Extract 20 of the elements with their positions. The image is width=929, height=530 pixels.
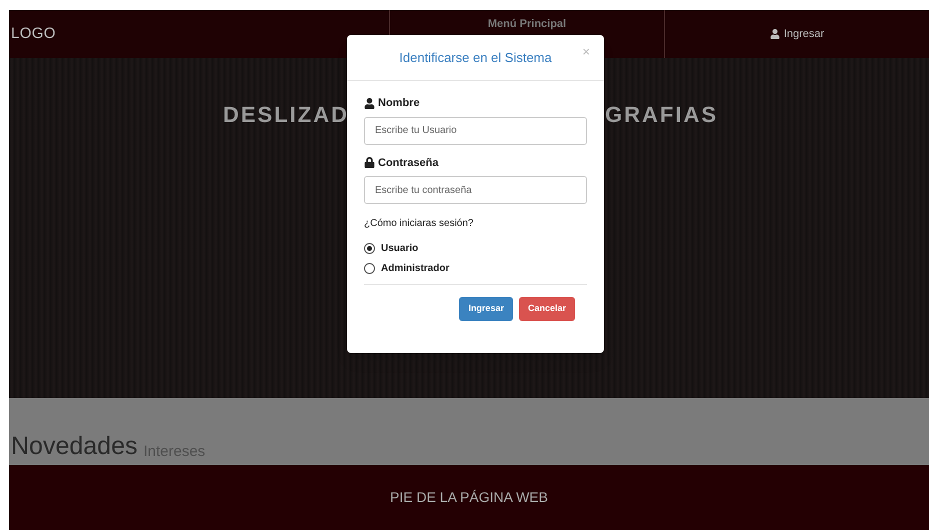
news-title: Novedades: [11, 434, 138, 459]
cancel-button[interactable]: Cancelar: [518, 297, 575, 321]
submit-button[interactable]: Ingresar: [459, 297, 513, 321]
logo[interactable]: LOGO: [11, 22, 56, 46]
lock-icon: [364, 157, 375, 168]
user-icon: [364, 98, 375, 109]
slider-title: DESLIZAD: [223, 101, 349, 129]
login-link[interactable]: Ingresar: [770, 26, 824, 42]
input-field[interactable]: Escribe tu contraseña: [364, 176, 587, 204]
slider-title: GRAFIAS: [605, 101, 718, 129]
input-field[interactable]: Escribe tu Usuario: [364, 116, 587, 144]
radio-option[interactable]: Administrador: [364, 261, 450, 276]
field-label: Nombre: [378, 96, 420, 111]
radio-option[interactable]: Usuario: [364, 241, 418, 256]
menu-link[interactable]: Menú Principal: [488, 16, 566, 32]
user-icon: [770, 29, 780, 39]
field-label: Contraseña: [378, 156, 439, 170]
question-text: ¿Cómo iniciaras sesión?: [364, 217, 474, 231]
footer-text: PIE DE LA PÁGINA WEB: [390, 488, 548, 507]
dialog-title: Identificarse en el Sistema: [399, 48, 552, 67]
